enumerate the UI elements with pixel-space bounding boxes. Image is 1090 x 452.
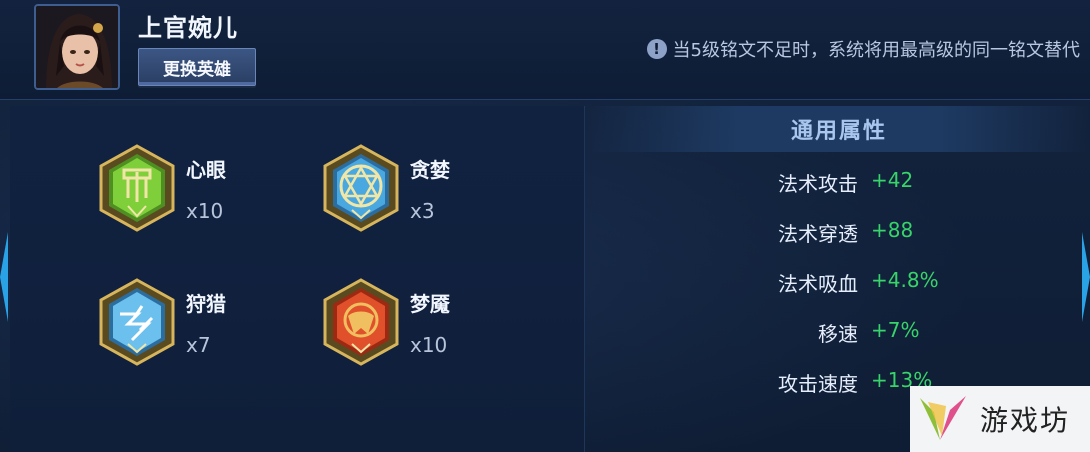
- green-rune-icon: [99, 144, 175, 232]
- stat-value: +88: [871, 218, 914, 242]
- stat-row: 移速 +7%: [588, 310, 1090, 350]
- rune-item-shoulie[interactable]: 狩猎 x7: [98, 278, 226, 366]
- page-left-arrow-icon[interactable]: [0, 232, 8, 322]
- watermark: 游戏坊: [910, 386, 1090, 452]
- blue-rune-icon: [323, 144, 399, 232]
- rune-name: 狩猎: [186, 291, 226, 316]
- stat-label: 法术攻击: [778, 172, 858, 196]
- red-rune-icon: [323, 278, 399, 366]
- stat-value: +7%: [871, 318, 920, 342]
- stat-row: 法术穿透 +88: [588, 210, 1090, 250]
- page-right-arrow-icon[interactable]: [1082, 232, 1090, 322]
- stat-value: +4.8%: [871, 268, 939, 292]
- rune-item-mengyan[interactable]: 梦魇 x10: [322, 278, 450, 366]
- watermark-text: 游戏坊: [980, 404, 1071, 437]
- stat-value: +42: [871, 168, 914, 192]
- rune-count: x10: [186, 198, 224, 223]
- rune-item-tanlan[interactable]: 贪婪 x3: [322, 144, 450, 232]
- rune-name: 贪婪: [410, 157, 450, 182]
- change-hero-button[interactable]: 更换英雄: [138, 48, 256, 86]
- rune-name: 心眼: [186, 157, 226, 182]
- stat-label: 攻击速度: [778, 372, 858, 396]
- stat-label: 移速: [818, 322, 858, 346]
- stats-title: 通用属性: [588, 106, 1090, 152]
- hero-avatar[interactable]: [34, 4, 120, 90]
- header-bar: 上官婉儿 更换英雄 ! 当5级铭文不足时，系统将用最高级的同一铭文替代: [0, 0, 1090, 100]
- stat-label: 法术穿透: [778, 222, 858, 246]
- rune-name: 梦魇: [410, 291, 450, 316]
- stat-row: 法术吸血 +4.8%: [588, 260, 1090, 300]
- hero-portrait-icon: [36, 6, 118, 88]
- info-icon: !: [646, 39, 667, 59]
- rune-item-xinyan[interactable]: 心眼 x10: [98, 144, 226, 232]
- stat-label: 法术吸血: [778, 272, 858, 296]
- blue-rune-icon: [99, 278, 175, 366]
- stat-row: 法术攻击 +42: [588, 160, 1090, 200]
- rune-count: x7: [186, 332, 211, 357]
- watermark-logo-icon: [920, 396, 966, 440]
- rune-list-panel: 心眼 x10 贪婪 x3 狩猎 x7 梦魇 x10: [10, 106, 585, 452]
- rune-page: 上官婉儿 更换英雄 ! 当5级铭文不足时，系统将用最高级的同一铭文替代 心眼 x…: [0, 0, 1090, 452]
- rune-count: x3: [410, 198, 435, 223]
- notice-text: 当5级铭文不足时，系统将用最高级的同一铭文替代: [672, 40, 1080, 61]
- notice: ! 当5级铭文不足时，系统将用最高级的同一铭文替代: [646, 36, 1080, 62]
- hero-name: 上官婉儿: [138, 14, 238, 42]
- rune-count: x10: [410, 332, 448, 357]
